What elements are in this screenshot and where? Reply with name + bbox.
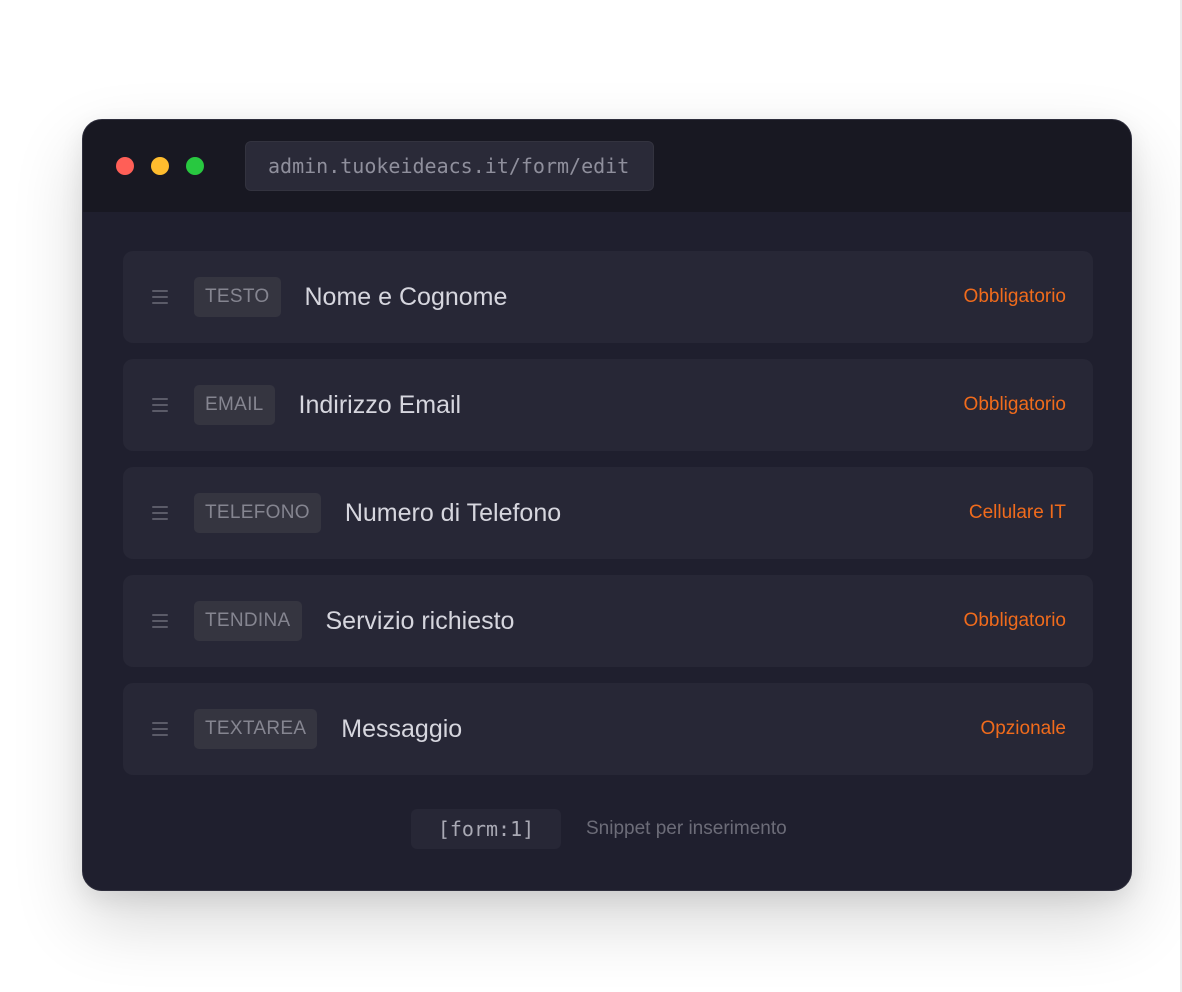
browser-window: admin.tuokeideacs.it/form/edit TESTO Nom… (82, 119, 1132, 891)
field-rule: Cellulare IT (968, 502, 1066, 523)
field-type-badge: TELEFONO (194, 493, 321, 533)
field-type-badge: EMAIL (194, 385, 275, 425)
form-field-list: TESTO Nome e Cognome Obbligatorio EMAIL … (123, 251, 1093, 791)
field-row[interactable]: TESTO Nome e Cognome Obbligatorio (123, 251, 1093, 343)
field-type-badge: TENDINA (194, 601, 302, 641)
zoom-window-button[interactable] (186, 157, 204, 175)
field-row[interactable]: TELEFONO Numero di Telefono Cellulare IT (123, 467, 1093, 559)
field-type-badge: TESTO (194, 277, 281, 317)
field-label-group: TESTO Nome e Cognome (194, 277, 507, 317)
field-label-group: TENDINA Servizio richiesto (194, 601, 514, 641)
field-row[interactable]: EMAIL Indirizzo Email Obbligatorio (123, 359, 1093, 451)
field-rule: Opzionale (980, 718, 1066, 739)
field-rule: Obbligatorio (963, 394, 1066, 415)
field-name: Indirizzo Email (298, 390, 462, 419)
field-row[interactable]: TENDINA Servizio richiesto Obbligatorio (123, 575, 1093, 667)
close-window-button[interactable] (116, 157, 134, 175)
field-name: Messaggio (341, 714, 463, 743)
drag-handle-icon[interactable] (152, 722, 168, 736)
field-rule: Obbligatorio (963, 610, 1066, 631)
field-label-group: TELEFONO Numero di Telefono (194, 493, 561, 533)
snippet-footer: [form:1] Snippet per inserimento (411, 809, 787, 849)
field-rule: Obbligatorio (963, 286, 1066, 307)
field-label-group: EMAIL Indirizzo Email (194, 385, 461, 425)
minimize-window-button[interactable] (151, 157, 169, 175)
drag-handle-icon[interactable] (152, 290, 168, 304)
drag-handle-icon[interactable] (152, 614, 168, 628)
drag-handle-icon[interactable] (152, 506, 168, 520)
snippet-code[interactable]: [form:1] (411, 809, 561, 849)
field-name: Servizio richiesto (325, 606, 515, 635)
window-titlebar: admin.tuokeideacs.it/form/edit (83, 120, 1131, 212)
field-name: Numero di Telefono (344, 498, 562, 527)
field-row[interactable]: TEXTAREA Messaggio Opzionale (123, 683, 1093, 775)
snippet-hint: Snippet per inserimento (586, 818, 787, 839)
drag-handle-icon[interactable] (152, 398, 168, 412)
address-bar[interactable]: admin.tuokeideacs.it/form/edit (245, 141, 654, 191)
field-type-badge: TEXTAREA (194, 709, 318, 749)
field-name: Nome e Cognome (304, 282, 508, 311)
field-label-group: TEXTAREA Messaggio (194, 709, 462, 749)
